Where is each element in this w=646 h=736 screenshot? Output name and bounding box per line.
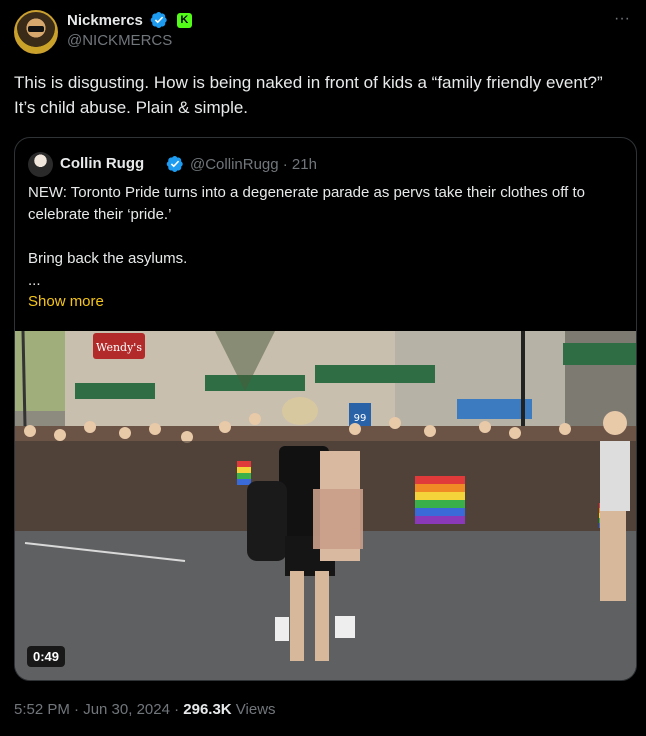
- quoted-tweet[interactable]: Collin Rugg @CollinRugg · 21h NEW: Toron…: [14, 137, 637, 681]
- quoted-text-line-3: ...: [28, 272, 41, 289]
- media-sign-text: Wendy's: [96, 341, 142, 354]
- media-number-text: 99: [354, 413, 367, 424]
- quoted-verified-badge-icon: [166, 155, 183, 173]
- views-count: 296.3K: [183, 701, 232, 718]
- kick-badge-icon[interactable]: K: [176, 12, 192, 28]
- quoted-text-line-2: Bring back the asylums.: [28, 250, 188, 267]
- video-player[interactable]: Wendy's 99 0:49: [15, 331, 636, 680]
- author-handle[interactable]: @NICKMERCS: [67, 32, 192, 49]
- more-options-icon[interactable]: ···: [610, 11, 634, 32]
- author-names: Nickmercs K @NICKMERCS: [67, 11, 192, 49]
- quoted-author-avatar: [28, 152, 53, 177]
- video-frame-image: Wendy's 99: [15, 331, 636, 680]
- post-header: Nickmercs K @NICKMERCS ···: [14, 10, 634, 54]
- quoted-text-line-1: NEW: Toronto Pride turns into a degenera…: [28, 184, 585, 223]
- quoted-author-display-name: Collin Rugg: [60, 155, 145, 172]
- author-avatar[interactable]: [14, 10, 58, 54]
- video-duration: 0:49: [27, 646, 66, 667]
- verified-badge-icon[interactable]: [150, 11, 168, 29]
- quoted-author-handle-time: @CollinRugg · 21h: [190, 156, 317, 173]
- timestamp[interactable]: 5:52 PM · Jun 30, 2024 ·: [14, 701, 183, 718]
- quoted-tweet-text: NEW: Toronto Pride turns into a degenera…: [28, 182, 628, 292]
- author-display-name[interactable]: Nickmercs: [67, 12, 143, 29]
- views-label: Views: [231, 701, 276, 718]
- tweet-text: This is disgusting. How is being naked i…: [14, 73, 603, 117]
- show-more-link[interactable]: Show more: [28, 293, 104, 310]
- tweet-metadata: 5:52 PM · Jun 30, 2024 · 296.3K Views: [14, 701, 276, 718]
